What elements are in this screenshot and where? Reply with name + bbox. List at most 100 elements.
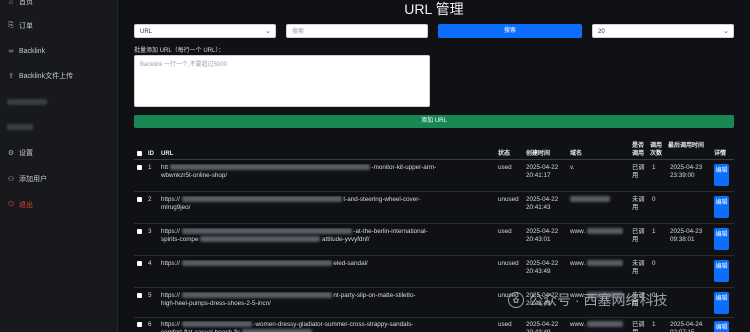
row-created: 2025-04-22 20:43:01 [526,228,559,243]
sidebar-item-settings[interactable]: ⚙ 设置 [7,146,33,160]
field-select[interactable]: URL ⌄ [134,24,276,38]
sidebar-item-redacted[interactable] [7,99,47,105]
row-checkbox[interactable] [137,293,142,298]
search-button[interactable]: 搜索 [438,24,582,38]
add-url-button[interactable]: 添加 URL [134,115,734,128]
sidebar-item-backlink[interactable]: ∞ Backlink [7,44,46,58]
upload-icon: ⇪ [8,73,14,80]
row-last-called: 2025-04-23 09:38:01 [670,228,703,243]
row-status: used [498,228,512,235]
search-input[interactable]: 搜索 [286,24,428,38]
edit-button[interactable]: 编辑 [714,196,729,218]
user-add-icon: ⚇ [7,176,15,183]
redacted-url [200,236,321,243]
row-url-line2: mlrug9jeo/ [161,204,191,211]
sidebar-item-label: 首页 [19,0,33,6]
row-url: https:// -at-the-berlin-international- [161,228,491,236]
url-text: https:// [161,196,180,203]
row-domain: v. [570,164,575,171]
row-created: 2025-04-22 20:43:49 [526,260,559,275]
row-url: https:// eled-sandal/ [161,260,491,268]
row-checkbox[interactable] [137,165,142,170]
row-id: 6 [148,321,152,328]
edit-button[interactable]: 编辑 [714,164,729,186]
row-domain [570,196,610,204]
edit-button[interactable]: 编辑 [714,292,729,314]
col-detail: 详情 [714,151,727,157]
chevron-down-icon: ⌄ [265,28,271,35]
sidebar-item-label: 添加用户 [19,176,47,183]
add-url-button-label: 添加 URL [421,118,447,124]
sidebar-item-redacted[interactable] [7,124,33,130]
gear-icon: ⚙ [7,150,15,157]
row-count: 0 [652,260,656,267]
row-count: 1 [652,164,656,171]
url-text: attitude-yvvyfdnf/ [321,236,370,243]
table-row[interactable]: 3 https:// -at-the-berlin-international-… [134,224,734,256]
redacted-url [181,260,332,267]
col-domain: 域名 [570,151,583,157]
sidebar-item-add-user[interactable]: ⚇ 添加用户 [7,172,47,186]
redacted-domain [570,196,610,203]
batch-add-label: 批量添加 URL（每行一个 URL）： [134,48,225,54]
logout-icon: ⏻ [8,201,14,208]
table-row[interactable]: 1 htt -monitor-kit-upper-arm- wbwnkzr5t-… [134,160,734,192]
row-called: 已调用 [632,164,645,179]
url-text: -monitor-kit-upper-arm- [371,164,437,171]
row-url: https:// -women-dressy-gladiator-summer-… [161,321,491,329]
page-title: URL 管理 [404,1,464,17]
row-id: 3 [148,228,152,235]
select-all-checkbox[interactable] [137,151,142,156]
table-row[interactable]: 4 https:// eled-sandal/ unused 2025-04-2… [134,256,734,288]
row-checkbox[interactable] [137,322,142,327]
url-text: t-and-steering-wheel-cover- [343,196,421,203]
redacted-domain [586,228,623,235]
url-text: https:// [161,260,180,267]
row-checkbox[interactable] [137,197,142,202]
row-domain: www. [570,260,623,268]
row-checkbox[interactable] [137,229,142,234]
edit-button[interactable]: 编辑 [714,260,729,282]
table-row[interactable]: 6 https:// -women-dressy-gladiator-summe… [134,318,734,332]
domain-text: www. [570,260,586,267]
row-id: 2 [148,196,152,203]
row-count: 1 [652,321,656,328]
sidebar-item-logout[interactable]: ⏻ 退出 [7,198,33,212]
url-text: https:// [161,228,180,235]
batch-url-textarea[interactable]: Backlink 一行一个,不要超过5000 [134,55,430,107]
watermark: ✿ 公众号 · 西塞网络科技 [508,290,667,310]
edit-button[interactable]: 编辑 [714,228,729,250]
edit-button[interactable]: 编辑 [714,321,729,332]
row-url: https:// nt-party-slip-on-matte-stiletto… [161,292,491,300]
url-text: eled-sandal/ [333,260,368,267]
table-row[interactable]: 2 https:// t-and-steering-wheel-cover- m… [134,192,734,224]
col-created: 创建时间 [526,151,551,157]
sidebar-item-home[interactable]: ⌂ 首页 [7,0,33,9]
domain-text: www. [570,321,586,328]
url-text: htt [161,164,169,171]
redacted-url [181,228,352,235]
col-called: 是否调用 [632,143,645,157]
field-select-value: URL [140,29,153,35]
row-count: 1 [652,228,656,235]
row-id: 4 [148,260,152,267]
row-url: htt -monitor-kit-upper-arm- [161,164,491,172]
sidebar-item-backlink-upload[interactable]: ⇪ Backlink文件上传 [7,69,73,83]
row-id: 1 [148,164,152,171]
row-called: 已调用 [632,321,645,332]
row-id: 5 [148,292,152,299]
redacted-url [181,196,342,203]
sidebar: ⌂ 首页 ⎘ 订单 ∞ Backlink ⇪ Backlink文件上传 ⚙ 设置… [0,0,118,332]
sidebar-item-orders[interactable]: ⎘ 订单 [7,19,33,33]
row-domain: www. [570,228,623,236]
col-last-called: 最后调用时间 [668,143,705,149]
row-checkbox[interactable] [137,261,142,266]
row-status: unused [498,196,519,203]
sidebar-item-label: 订单 [19,23,33,30]
page-size-select[interactable]: 20 ⌄ [592,24,734,38]
url-text: -at-the-berlin-international- [353,228,428,235]
search-input-placeholder: 搜索 [292,29,305,35]
row-called: 未调用 [632,196,645,211]
redacted-domain [586,260,623,267]
sidebar-item-label: 退出 [19,202,33,209]
